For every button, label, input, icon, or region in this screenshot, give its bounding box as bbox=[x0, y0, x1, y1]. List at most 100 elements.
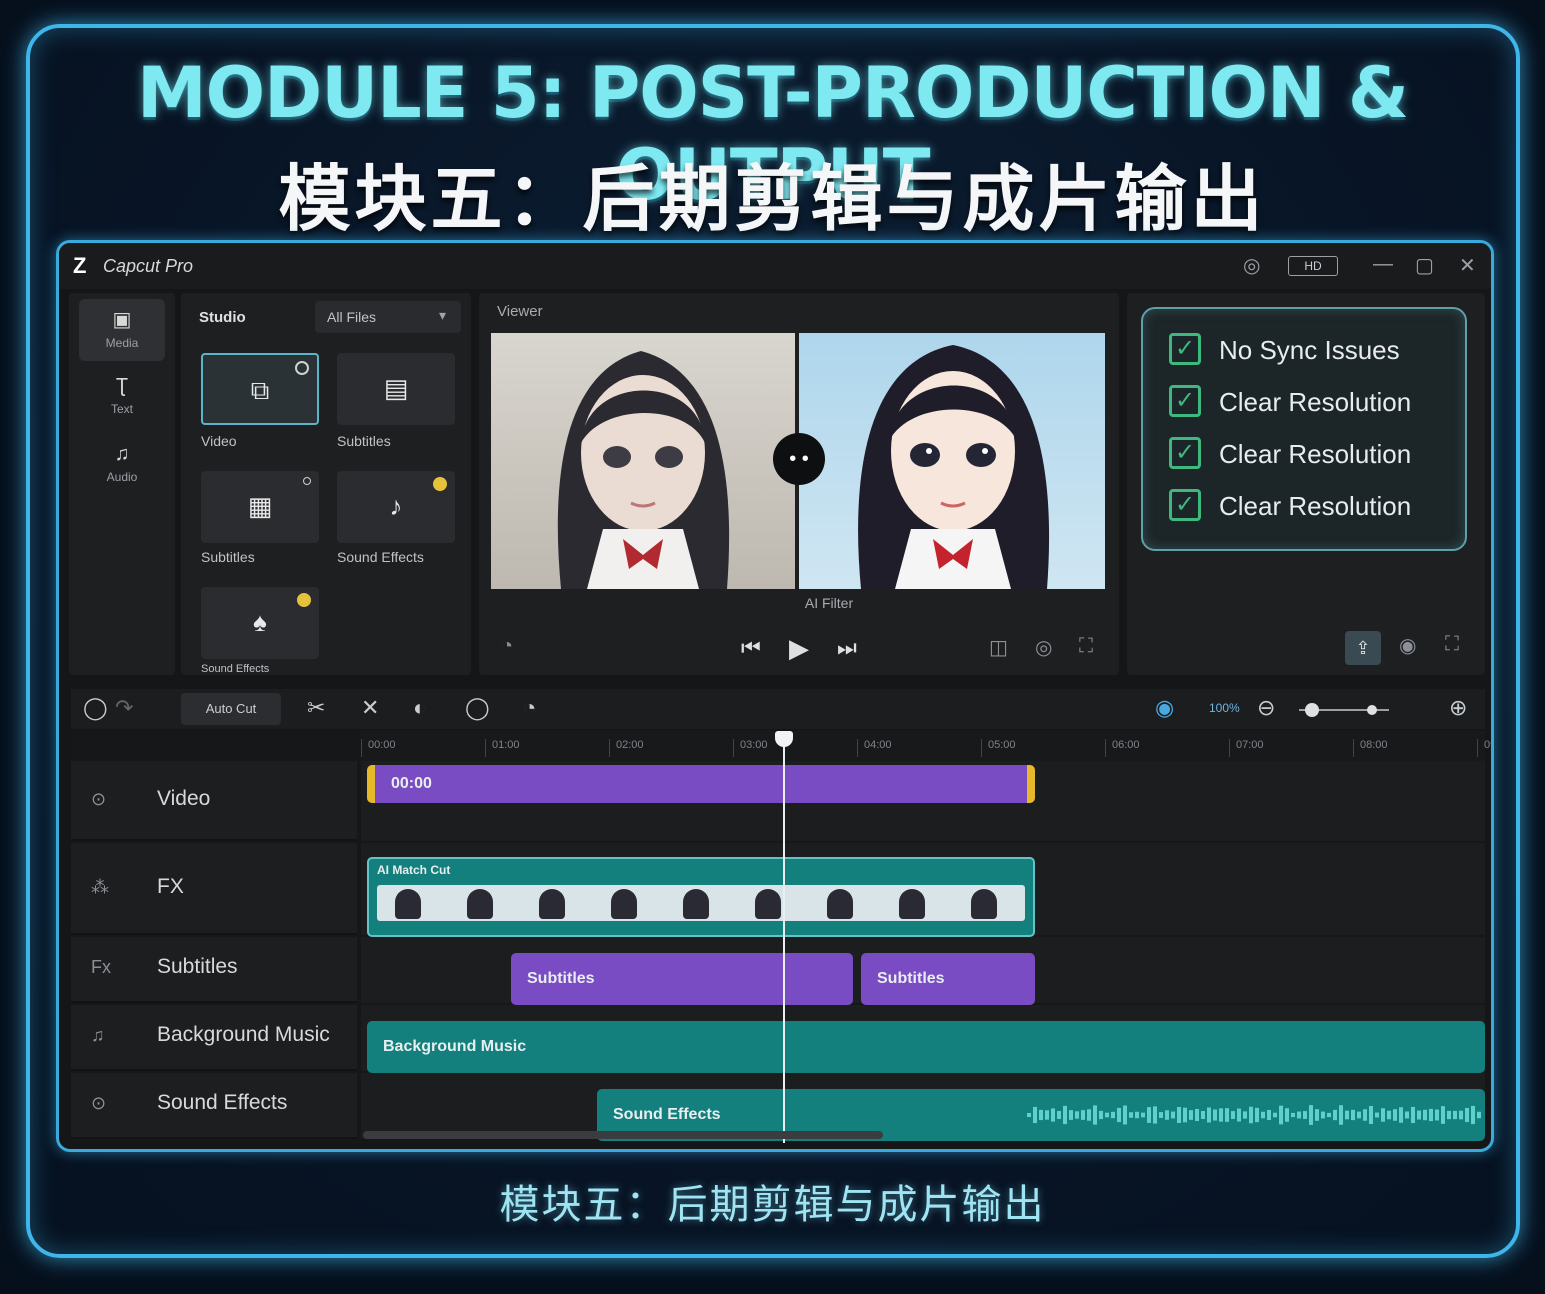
thumbnail-frame bbox=[539, 889, 565, 919]
waveform-bar bbox=[1333, 1109, 1337, 1121]
waveform-bar bbox=[1327, 1112, 1331, 1118]
clip-subtitle-2[interactable]: Subtitles bbox=[861, 953, 1035, 1005]
waveform-bar bbox=[1285, 1108, 1289, 1122]
waveform-bar bbox=[1153, 1106, 1157, 1124]
fx-track-icon: ⁂ bbox=[91, 877, 109, 897]
waveform-bar bbox=[1351, 1109, 1355, 1121]
snapshot-icon[interactable]: ◎ bbox=[1035, 635, 1052, 660]
skip-back-icon[interactable]: ⏮ bbox=[741, 635, 761, 661]
waveform-bar bbox=[1243, 1111, 1247, 1119]
undo-icon[interactable]: ◯ bbox=[83, 695, 108, 721]
snap-icon[interactable]: ◉ bbox=[1155, 695, 1174, 721]
waveform-bar bbox=[1219, 1108, 1223, 1122]
waveform-bar bbox=[1375, 1112, 1379, 1118]
export-icon[interactable]: ⇪ bbox=[1345, 631, 1381, 665]
loop-icon[interactable]: ◔ bbox=[501, 635, 513, 658]
waveform-bar bbox=[1159, 1112, 1163, 1118]
share-icon[interactable]: ◉ bbox=[1399, 633, 1416, 658]
media-heading[interactable]: Studio bbox=[199, 309, 246, 326]
checkbox-checked-icon[interactable]: ✓ bbox=[1169, 437, 1201, 469]
media-item-subtitles-2[interactable]: ▦ bbox=[201, 471, 319, 543]
redo-icon[interactable]: ↷ bbox=[115, 695, 133, 721]
preview-after[interactable] bbox=[799, 333, 1105, 589]
split-icon[interactable]: ✂ bbox=[307, 695, 325, 721]
delete-icon[interactable]: ✕ bbox=[361, 695, 379, 721]
waveform-bar bbox=[1369, 1105, 1373, 1125]
waveform-bar bbox=[1423, 1109, 1427, 1121]
play-icon[interactable]: ▶ bbox=[789, 633, 809, 664]
timeline-ruler[interactable]: 00:00 01:00 02:00 03:00 04:00 05:00 06:00 07:00… bbox=[361, 731, 1491, 761]
video-track-icon: ⊙ bbox=[91, 789, 107, 809]
auto-cut-button[interactable]: Auto Cut bbox=[181, 693, 281, 725]
waveform-bar bbox=[1411, 1106, 1415, 1124]
timeline-scrollbar[interactable] bbox=[363, 1131, 883, 1139]
track-header-fx[interactable]: ⁂ FX bbox=[71, 843, 357, 935]
checkbox-checked-icon[interactable]: ✓ bbox=[1169, 489, 1201, 521]
zoom-out-icon[interactable]: ⊖ bbox=[1257, 695, 1275, 721]
video-icon: ⧉ bbox=[250, 375, 270, 405]
waveform-bar bbox=[1189, 1110, 1193, 1120]
thumbnail-frame bbox=[611, 889, 637, 919]
media-item-fx[interactable]: ♠ bbox=[201, 587, 319, 659]
waveform-bar bbox=[1309, 1105, 1313, 1125]
fullscreen-icon[interactable]: ⛶ bbox=[1079, 635, 1093, 658]
waveform-bar bbox=[1123, 1105, 1127, 1125]
checkbox-checked-icon[interactable]: ✓ bbox=[1169, 333, 1201, 365]
checkbox-checked-icon[interactable]: ✓ bbox=[1169, 385, 1201, 417]
nav-item-media[interactable]: ▣ Media bbox=[79, 299, 165, 361]
minimize-icon[interactable]: — bbox=[1373, 253, 1393, 276]
playhead[interactable] bbox=[783, 731, 785, 1143]
waveform-bar bbox=[1465, 1107, 1469, 1123]
media-item-label: Subtitles bbox=[201, 549, 255, 565]
nav-item-audio[interactable]: ♫ Audio bbox=[79, 435, 165, 497]
clip-fx[interactable]: AI Match Cut bbox=[367, 857, 1035, 937]
waveform-bar bbox=[1363, 1109, 1367, 1121]
thumbnail-frame bbox=[971, 889, 997, 919]
check-label: Clear Resolution bbox=[1219, 491, 1412, 521]
compare-slider-handle[interactable]: • • bbox=[773, 433, 825, 485]
hd-badge[interactable]: HD bbox=[1288, 256, 1338, 276]
quality-checklist: ✓ No Sync Issues ✓ Clear Resolution ✓ Cl… bbox=[1141, 307, 1467, 551]
ruler-tick: 04:00 bbox=[857, 739, 892, 757]
preview-before[interactable] bbox=[491, 333, 795, 589]
chevron-down-icon[interactable]: ▾ bbox=[439, 307, 446, 324]
maximize-icon[interactable]: ▢ bbox=[1415, 253, 1434, 278]
waveform-bar bbox=[1171, 1111, 1175, 1119]
expand-icon[interactable]: ⛶ bbox=[1445, 633, 1459, 656]
zoom-slider-handle[interactable] bbox=[1305, 703, 1319, 717]
track-header-music[interactable]: ♫ Background Music bbox=[71, 1005, 357, 1071]
media-item-sound-effects[interactable]: ♪ bbox=[337, 471, 455, 543]
ruler-tick: 05:00 bbox=[981, 739, 1016, 757]
settings-icon[interactable]: ◎ bbox=[1243, 253, 1260, 278]
clip-background-music[interactable]: Background Music bbox=[367, 1021, 1485, 1073]
ruler-tick: 02:00 bbox=[609, 739, 644, 757]
close-icon[interactable]: ✕ bbox=[1459, 253, 1476, 278]
nav-item-text[interactable]: Ʈ Text bbox=[79, 367, 165, 429]
track-header-video[interactable]: ⊙ Video bbox=[71, 761, 357, 841]
status-dot bbox=[297, 593, 311, 607]
skip-forward-icon[interactable]: ⏭ bbox=[837, 635, 857, 661]
speed-icon[interactable]: ◯ bbox=[465, 695, 490, 721]
clip-video[interactable]: 00:00 bbox=[367, 765, 1035, 803]
media-item-subtitles[interactable]: ▤ bbox=[337, 353, 455, 425]
ruler-tick: 08:00 bbox=[1353, 739, 1388, 757]
clip-subtitle-1[interactable]: Subtitles bbox=[511, 953, 853, 1005]
waveform-bar bbox=[1057, 1111, 1061, 1119]
zoom-in-icon[interactable]: ⊕ bbox=[1449, 695, 1467, 721]
waveform-bar bbox=[1135, 1111, 1139, 1119]
waveform-bar bbox=[1063, 1105, 1067, 1125]
track-header-sound[interactable]: ⊙ Sound Effects bbox=[71, 1073, 357, 1139]
track-header-subtitles[interactable]: Fx Subtitles bbox=[71, 937, 357, 1003]
title-bar: Z Capcut Pro ◎ HD — ▢ ✕ bbox=[59, 243, 1491, 289]
zoom-level: 100% bbox=[1209, 701, 1240, 715]
freeze-icon[interactable]: ◐ bbox=[413, 695, 426, 721]
folder-icon[interactable]: ◫ bbox=[989, 635, 1008, 660]
waveform-bar bbox=[1405, 1111, 1409, 1119]
waveform-bar bbox=[1321, 1111, 1325, 1119]
waveform-bar bbox=[1387, 1110, 1391, 1120]
waveform-bar bbox=[1357, 1111, 1361, 1119]
waveform-bar bbox=[1069, 1110, 1073, 1120]
nav-label: Text bbox=[110, 402, 133, 416]
crop-icon[interactable]: ◔ bbox=[523, 695, 536, 721]
media-item-video[interactable]: ⧉ bbox=[201, 353, 319, 425]
